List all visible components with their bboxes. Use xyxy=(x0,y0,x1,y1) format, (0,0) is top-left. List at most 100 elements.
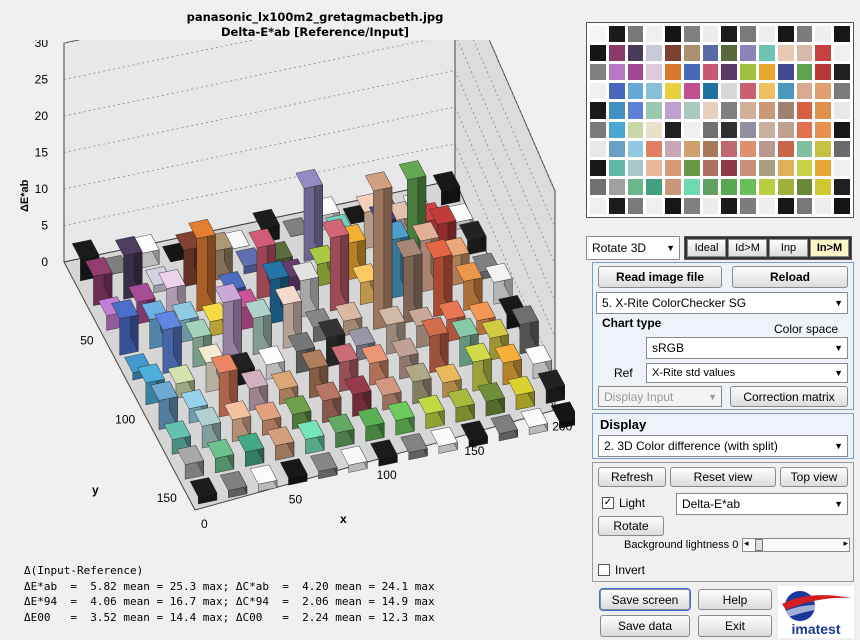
swatch-cell xyxy=(834,178,850,195)
swatch-cell xyxy=(683,64,700,81)
swatch-grid xyxy=(590,26,850,214)
swatch-cell xyxy=(627,26,644,43)
swatch-cell xyxy=(608,140,625,157)
stats-block: Δ(Input-Reference) ΔE*ab = 5.82 mean = 25… xyxy=(24,563,435,625)
swatch-cell xyxy=(608,83,625,100)
swatch-cell xyxy=(702,178,719,195)
imatest-logo: imatest xyxy=(778,586,854,638)
help-button[interactable]: Help xyxy=(698,589,772,610)
swatch-cell xyxy=(796,159,813,176)
swatch-cell xyxy=(683,178,700,195)
exit-button[interactable]: Exit xyxy=(698,615,772,637)
delta-metric-select[interactable]: Delta-E*ab ▼ xyxy=(676,493,848,515)
top-view-button[interactable]: Top view xyxy=(780,467,848,487)
swatch-cell xyxy=(815,140,832,157)
delta-e-3d-plot[interactable]: 0 5 10 15 20 25 30 ΔE*ab 50 100 150 y 0 50 100 150 200 x xyxy=(0,40,575,560)
swatch-cell xyxy=(815,159,832,176)
swatch-cell xyxy=(683,45,700,62)
stats-delta-e-94: ΔE*94 = 4.06 mean = 16.7 max; ΔC*94 = 2.… xyxy=(24,595,435,608)
y-tick-label: 150 xyxy=(157,491,177,505)
swatch-cell xyxy=(608,102,625,119)
display-mode-select[interactable]: 2. 3D Color difference (with split) ▼ xyxy=(598,435,848,457)
background-lightness-label: Background lightness 0 xyxy=(624,539,739,551)
slider-left-arrow-icon[interactable]: ◂ xyxy=(744,538,749,549)
swatch-cell xyxy=(815,83,832,100)
swatch-cell xyxy=(759,64,775,81)
swatch-cell xyxy=(702,140,719,157)
stats-delta-e-ab: ΔE*ab = 5.82 mean = 25.3 max; ΔC*ab = 4.… xyxy=(24,579,435,593)
correction-matrix-button[interactable]: Correction matrix xyxy=(730,386,848,407)
reference-select[interactable]: X-Rite std values ▼ xyxy=(646,363,848,383)
swatch-cell xyxy=(796,45,813,62)
light-checkbox[interactable]: ✓ xyxy=(602,497,614,509)
swatch-cell xyxy=(759,102,775,119)
swatch-cell xyxy=(646,45,663,62)
swatch-cell xyxy=(759,45,775,62)
chart-select[interactable]: 5. X-Rite ColorChecker SG ▼ xyxy=(596,292,848,314)
slider-right-arrow-icon[interactable]: ▸ xyxy=(843,538,848,549)
swatch-cell xyxy=(683,102,700,119)
swatch-cell xyxy=(777,64,794,81)
swatch-cell xyxy=(646,159,663,176)
invert-checkbox[interactable] xyxy=(598,564,610,576)
z-tick-label: 10 xyxy=(35,182,49,196)
reload-button[interactable]: Reload xyxy=(732,266,848,288)
swatch-cell xyxy=(608,178,625,195)
background-lightness-slider[interactable]: ◂ ▸ xyxy=(742,538,850,552)
refresh-button[interactable]: Refresh xyxy=(598,467,666,487)
save-data-button[interactable]: Save data xyxy=(600,615,690,637)
swatch-cell xyxy=(721,45,738,62)
view-input-button[interactable]: Inp xyxy=(769,239,808,257)
swatch-cell xyxy=(759,26,775,43)
swatch-cell xyxy=(759,197,775,214)
view-input-to-measured-button[interactable]: In>M xyxy=(810,239,849,257)
reference-value: X-Rite std values xyxy=(652,367,736,379)
reset-view-button[interactable]: Reset view xyxy=(670,467,776,487)
delta-metric-value: Delta-E*ab xyxy=(682,497,741,511)
swatch-cell xyxy=(590,45,606,62)
swatch-cell xyxy=(646,64,663,81)
swatch-cell xyxy=(665,26,681,43)
swatch-cell xyxy=(777,197,794,214)
swatch-cell xyxy=(721,26,738,43)
swatch-cell xyxy=(777,178,794,195)
swatch-cell xyxy=(702,26,719,43)
swatch-cell xyxy=(721,64,738,81)
swatch-cell xyxy=(702,159,719,176)
swatch-cell xyxy=(834,45,850,62)
view-ideal-to-measured-button[interactable]: Id>M xyxy=(728,239,767,257)
swatch-cell xyxy=(796,64,813,81)
swatch-cell xyxy=(608,45,625,62)
swatch-cell xyxy=(740,45,757,62)
view-ideal-button[interactable]: Ideal xyxy=(687,239,726,257)
swatch-cell xyxy=(721,178,738,195)
rotate-button[interactable]: Rotate xyxy=(598,516,664,536)
plot-title: panasonic_lx100m2_gretagmacbeth.jpg Delt… xyxy=(150,10,480,40)
save-screen-button[interactable]: Save screen xyxy=(599,588,691,611)
swatch-cell xyxy=(721,197,738,214)
swatch-cell xyxy=(627,102,644,119)
swatch-cell xyxy=(759,121,775,138)
chevron-down-icon: ▼ xyxy=(666,243,675,253)
stats-delta-e-00: ΔE00 = 3.52 mean = 14.4 max; ΔC00 = 2.24… xyxy=(24,610,435,624)
swatch-cell xyxy=(683,121,700,138)
swatch-cell xyxy=(608,64,625,81)
swatch-cell xyxy=(683,140,700,157)
y-axis-label: y xyxy=(92,483,99,497)
color-space-label: Color space xyxy=(774,322,839,336)
slider-thumb[interactable] xyxy=(755,539,763,551)
swatch-cell xyxy=(740,26,757,43)
stats-header: Δ(Input-Reference) xyxy=(24,564,144,577)
z-tick-label: 5 xyxy=(41,219,48,233)
swatch-cell xyxy=(702,102,719,119)
rotate-mode-select[interactable]: Rotate 3D ▼ xyxy=(586,236,680,260)
swatch-cell xyxy=(646,121,663,138)
z-tick-label: 0 xyxy=(41,255,48,269)
swatch-cell xyxy=(834,83,850,100)
read-image-file-button[interactable]: Read image file xyxy=(598,266,722,288)
swatch-cell xyxy=(608,121,625,138)
swatch-cell xyxy=(646,140,663,157)
swatch-cell xyxy=(665,121,681,138)
color-space-select[interactable]: sRGB ▼ xyxy=(646,337,848,359)
swatch-cell xyxy=(608,159,625,176)
